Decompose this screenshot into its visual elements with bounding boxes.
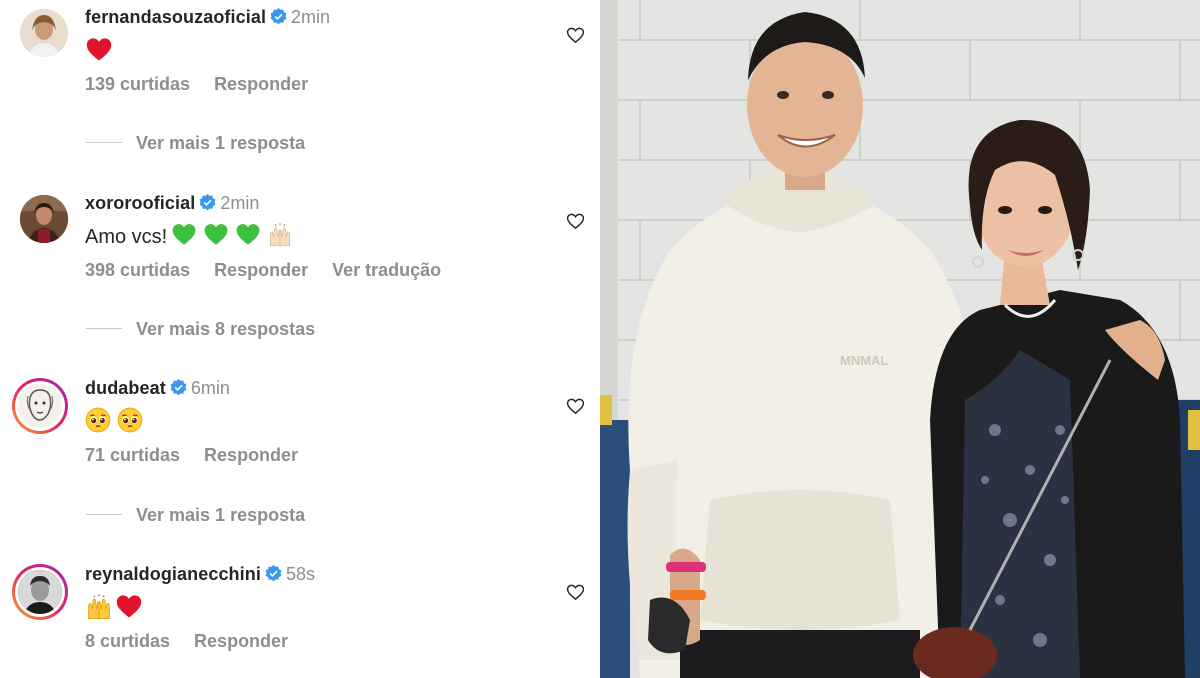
raising-hands-icon — [88, 594, 110, 620]
view-more-replies[interactable]: Ver mais 1 resposta — [86, 133, 305, 154]
avatar[interactable] — [20, 195, 68, 243]
comment-text — [85, 36, 119, 64]
red-heart-icon — [116, 595, 142, 618]
verified-badge-icon — [265, 565, 282, 582]
comment-username[interactable]: xororooficial — [85, 193, 195, 213]
comment-time: 6min — [190, 378, 230, 398]
likes-count[interactable]: 71 curtidas — [85, 445, 180, 465]
likes-count[interactable]: 398 curtidas — [85, 260, 190, 280]
view-more-replies[interactable]: Ver mais 8 respostas — [86, 319, 315, 340]
view-more-replies-label: Ver mais 1 resposta — [136, 133, 306, 153]
comment-time: 2min — [220, 193, 260, 213]
view-more-replies-label: Ver mais 1 resposta — [136, 505, 306, 525]
view-more-replies[interactable]: Ver mais 1 resposta — [86, 505, 305, 526]
divider — [86, 514, 122, 515]
divider — [86, 328, 122, 329]
red-heart-icon — [86, 38, 112, 61]
avatar[interactable] — [12, 378, 68, 434]
hoodie-print: MNMAL — [840, 353, 888, 368]
green-heart-icon — [204, 224, 228, 245]
comment-username[interactable]: fernandasouzaoficial — [85, 7, 266, 27]
likes-count[interactable]: 8 curtidas — [85, 631, 170, 651]
comment-time: 2min — [291, 7, 331, 27]
divider — [86, 142, 122, 143]
verified-badge-icon — [170, 379, 187, 396]
pleading-face-icon — [85, 407, 111, 433]
comment-username[interactable]: dudabeat — [85, 378, 166, 398]
comment-meta: 139 curtidas Responder — [85, 74, 332, 95]
verified-badge-icon — [270, 8, 287, 25]
reply-button[interactable]: Responder — [214, 260, 308, 280]
reply-button[interactable]: Responder — [194, 631, 288, 651]
translate-button[interactable]: Ver tradução — [332, 260, 441, 280]
like-heart-icon[interactable] — [566, 397, 585, 416]
pleading-face-icon — [117, 407, 143, 433]
comment-meta: 8 curtidas Responder — [85, 631, 312, 652]
comments-panel: fernandasouzaoficial 2min 139 curtidas Res… — [0, 0, 600, 678]
comment-username[interactable]: reynaldogianecchini — [85, 564, 261, 584]
like-heart-icon[interactable] — [566, 212, 585, 231]
avatar[interactable] — [20, 9, 68, 57]
verified-badge-icon — [199, 194, 216, 211]
green-heart-icon — [236, 224, 260, 245]
comment-meta: 71 curtidas Responder — [85, 445, 322, 466]
comment-meta: 398 curtidas Responder Ver tradução — [85, 260, 465, 281]
like-heart-icon[interactable] — [566, 26, 585, 45]
comment-text: Amo vcs! — [85, 222, 299, 249]
reply-button[interactable]: Responder — [204, 445, 298, 465]
view-more-replies-label: Ver mais 8 respostas — [136, 319, 316, 339]
reply-button[interactable]: Responder — [214, 74, 308, 94]
raising-hands-icon — [270, 223, 291, 247]
avatar[interactable] — [12, 564, 68, 620]
comment-time: 58s — [285, 564, 315, 584]
couple-photo: MNMAL — [600, 0, 1200, 678]
comment-text-label: Amo vcs! — [85, 226, 168, 248]
green-heart-icon — [172, 224, 196, 245]
comment-text — [85, 593, 149, 622]
like-heart-icon[interactable] — [566, 583, 585, 602]
post-photo: MNMAL — [600, 0, 1200, 678]
comment-text — [85, 407, 149, 434]
likes-count[interactable]: 139 curtidas — [85, 74, 190, 94]
